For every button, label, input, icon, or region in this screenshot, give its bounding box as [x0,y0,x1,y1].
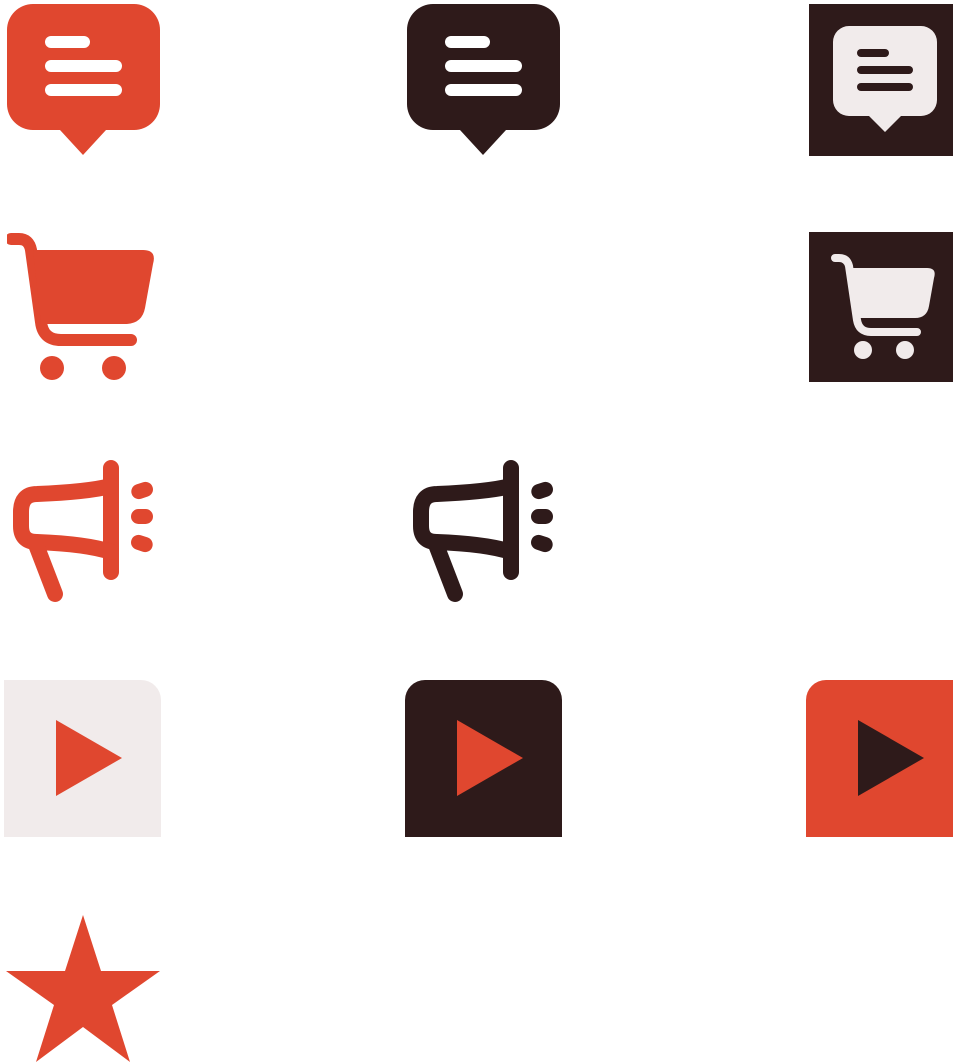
shopping-cart-red-graphic [7,233,154,380]
shopping-cart-inverse-graphic [809,232,953,382]
chat-bubble-dark-graphic [407,4,560,155]
shopping-cart-icon [809,232,953,382]
chat-bubble-red-graphic [7,4,160,155]
megaphone-icon [407,456,560,606]
play-icon [405,680,562,837]
chat-bubble-icon [7,4,160,156]
chat-bubble-icon [809,4,953,156]
chat-bubble-icon [407,4,560,156]
star-red-graphic [6,915,160,1062]
shopping-cart-icon [7,232,160,384]
megaphone-dark-graphic [413,460,553,602]
play-icon [4,680,161,837]
play-dark-tile-graphic [405,680,562,837]
chat-bubble-inverse-graphic [809,4,953,156]
megaphone-icon [7,456,160,606]
icon-sheet [0,0,953,1062]
play-light-tile-graphic [4,680,161,837]
play-icon [806,680,953,837]
star-icon [6,915,160,1062]
play-red-tile-graphic [806,680,953,837]
megaphone-red-graphic [13,460,153,602]
